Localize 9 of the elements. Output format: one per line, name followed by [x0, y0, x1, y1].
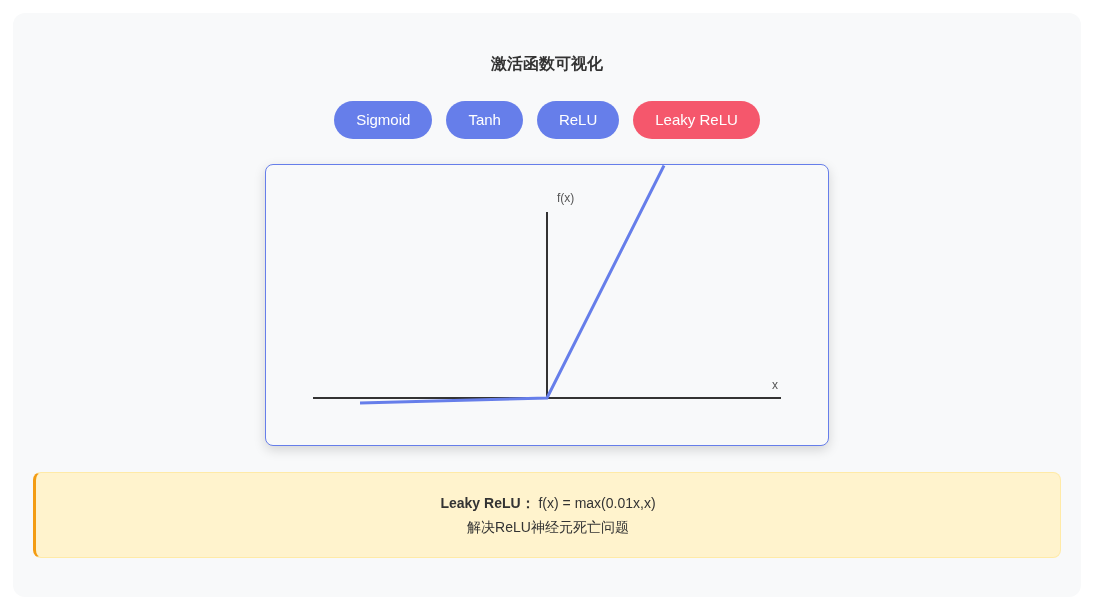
formula-text: Leaky ReLU： f(x) = max(0.01x,x)	[440, 494, 656, 513]
x-axis-label: x	[772, 377, 778, 393]
function-button[interactable]: ReLU	[536, 101, 620, 139]
description-text: 解决ReLU神经元死亡问题	[467, 518, 629, 537]
function-button[interactable]: Tanh	[446, 101, 523, 139]
y-axis-label: f(x)	[557, 190, 575, 206]
function-button[interactable]: Sigmoid	[334, 101, 433, 139]
page-title: 激活函数可视化	[491, 54, 603, 74]
function-button[interactable]: Leaky ReLU	[633, 101, 760, 139]
